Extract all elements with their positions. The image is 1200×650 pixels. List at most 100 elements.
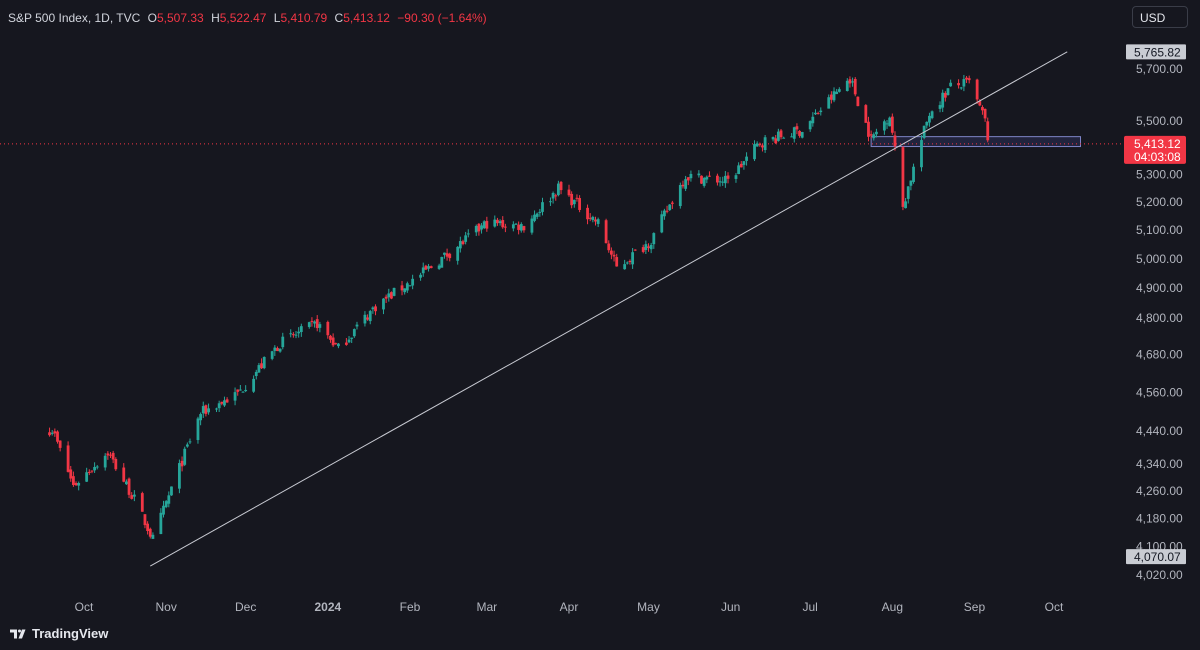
candle <box>69 465 73 482</box>
candle-body <box>665 210 669 212</box>
candle <box>257 362 261 373</box>
candle-body <box>125 481 128 485</box>
candle-body <box>127 478 131 495</box>
candle-body <box>241 391 245 393</box>
candle <box>912 163 915 184</box>
candle <box>541 197 544 216</box>
candle <box>718 176 722 187</box>
candle-body <box>456 246 460 261</box>
candle <box>294 330 298 339</box>
candle-body <box>493 219 497 227</box>
candle-body <box>723 175 727 184</box>
candle-body <box>188 441 192 443</box>
candle-body <box>299 326 303 333</box>
candle <box>480 223 483 234</box>
candle-body <box>164 501 168 508</box>
candle-body <box>204 405 208 414</box>
candle <box>649 242 653 254</box>
candle-body <box>761 145 764 148</box>
candle-body <box>199 414 203 421</box>
candle-body <box>742 161 746 165</box>
candle-body <box>753 144 756 160</box>
candle <box>238 384 242 391</box>
candle-body <box>920 140 923 168</box>
candle-body <box>949 82 953 87</box>
candle-body <box>103 455 107 468</box>
candle <box>670 200 674 209</box>
candle-body <box>776 131 780 141</box>
candle-body <box>334 343 338 345</box>
candle-body <box>906 186 910 199</box>
y-tick-label: 4,900.00 <box>1136 281 1183 295</box>
candle <box>252 375 256 393</box>
candle-body <box>721 181 725 183</box>
candle <box>408 285 412 287</box>
candle <box>315 315 319 332</box>
candle-body <box>244 389 248 392</box>
candle-body <box>106 453 110 456</box>
candle-body <box>734 175 738 179</box>
price-label-value: 5,765.82 <box>1134 45 1181 59</box>
candle-body <box>93 466 97 471</box>
candle-body <box>390 292 393 299</box>
candle <box>313 320 316 328</box>
candle <box>188 438 192 445</box>
candle-body <box>975 79 979 100</box>
candle <box>530 215 534 235</box>
candle-body <box>649 244 653 250</box>
candle <box>686 177 690 186</box>
candle-body <box>986 121 990 141</box>
candle-body <box>816 113 820 115</box>
candle <box>178 459 181 494</box>
candle-body <box>559 181 563 191</box>
candle-body <box>371 307 375 310</box>
candle-body <box>307 322 311 327</box>
price-chart[interactable]: 5,700.00 5,500.00 5,300.00 5,200.00 5,100.00… <box>0 0 1200 650</box>
candle-body <box>53 431 57 434</box>
candle <box>196 416 200 444</box>
candle-body <box>374 306 377 312</box>
candle-body <box>270 351 274 359</box>
candle <box>790 133 794 138</box>
candle <box>853 77 857 97</box>
tradingview-logo[interactable]: TradingView <box>10 626 108 641</box>
candle <box>800 131 804 139</box>
candle <box>162 500 165 518</box>
candle <box>236 389 240 396</box>
candle-body <box>252 378 256 392</box>
candle-body <box>774 138 778 144</box>
candle <box>559 181 563 195</box>
candle <box>276 346 279 352</box>
candle <box>519 222 523 233</box>
candle <box>774 134 778 145</box>
candle-body <box>925 121 929 126</box>
candle-body <box>875 131 878 135</box>
candle-body <box>790 136 794 138</box>
candle <box>967 75 971 84</box>
candle <box>392 287 396 297</box>
candle-body <box>162 505 165 515</box>
candle-body <box>368 311 372 322</box>
candle-body <box>85 472 89 482</box>
candle <box>403 288 407 295</box>
candle-body <box>220 401 224 404</box>
candle <box>405 281 409 293</box>
candle <box>522 225 526 233</box>
x-tick-label: 2024 <box>314 600 341 614</box>
candle-body <box>538 211 542 213</box>
x-tick-label: Aug <box>882 600 903 614</box>
candle <box>456 246 460 265</box>
candle <box>827 94 831 109</box>
candle <box>607 240 611 253</box>
candle-body <box>888 117 892 127</box>
candle-body <box>183 448 187 465</box>
candle-body <box>477 223 481 232</box>
candle-body <box>829 94 833 100</box>
candle-body <box>814 112 817 115</box>
candle <box>835 88 839 95</box>
candle-body <box>74 483 78 486</box>
candle-body <box>180 460 184 467</box>
candle <box>882 119 886 135</box>
candle-body <box>260 363 263 369</box>
candle-body <box>808 121 812 130</box>
